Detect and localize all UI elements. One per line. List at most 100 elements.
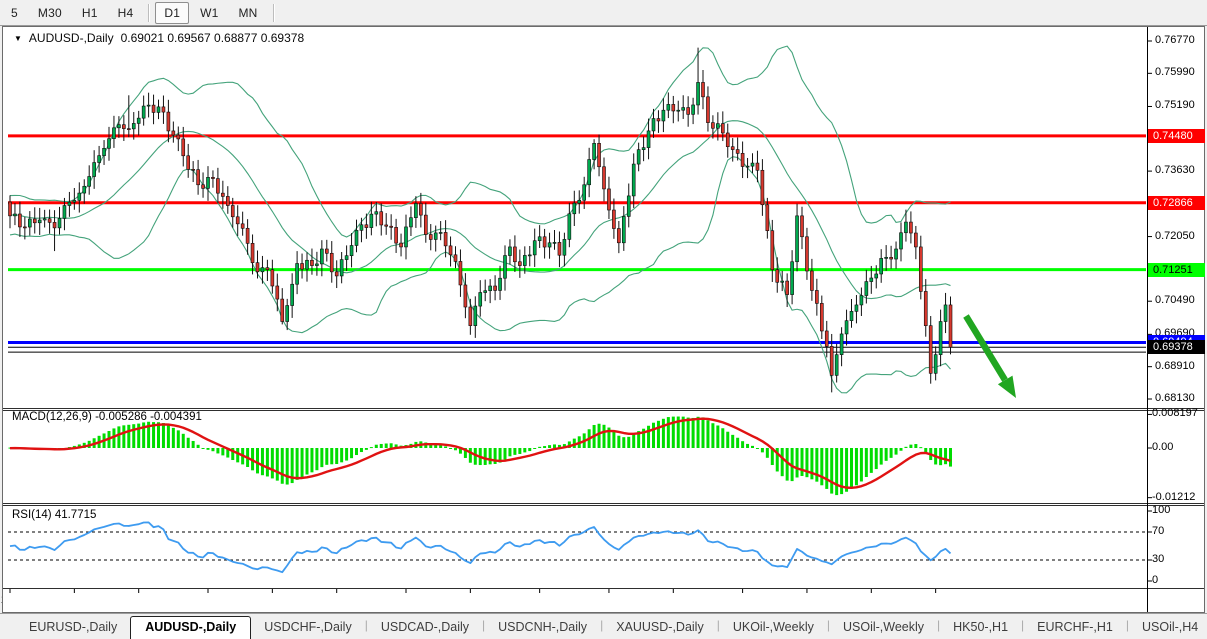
candle-bear xyxy=(48,219,51,223)
macd-histogram-bar xyxy=(127,425,130,448)
macd-histogram-bar xyxy=(261,448,264,475)
chart-tab-audusd-daily[interactable]: AUDUSD-,Daily xyxy=(130,616,251,639)
chart-ohlc-values: 0.69021 0.69567 0.68877 0.69378 xyxy=(121,31,305,45)
macd-histogram-bar xyxy=(281,448,284,484)
candle-bull xyxy=(880,258,883,274)
chart-tab-usdchf-daily[interactable]: USDCHF-,Daily xyxy=(251,617,365,638)
candle-bear xyxy=(276,286,279,299)
chart-tab-usoil-weekly[interactable]: USOil-,Weekly xyxy=(830,617,937,638)
timeframe-button-d1[interactable]: D1 xyxy=(155,2,189,24)
candle-bear xyxy=(598,143,601,166)
candle-bear xyxy=(929,326,932,374)
chart-tab-hk50-h1[interactable]: HK50-,H1 xyxy=(940,617,1021,638)
candle-bull xyxy=(474,306,477,326)
macd-histogram-bar xyxy=(266,448,269,476)
macd-histogram-bar xyxy=(310,448,313,472)
macd-histogram-bar xyxy=(167,425,170,448)
candle-bear xyxy=(419,203,422,215)
candle-bear xyxy=(330,253,333,272)
candle-bull xyxy=(652,119,655,131)
candle-bull xyxy=(137,118,140,123)
macd-histogram-bar xyxy=(548,445,551,448)
rsi-axis-label: 70 xyxy=(1152,525,1164,537)
macd-histogram-bar xyxy=(815,448,818,482)
macd-histogram-bar xyxy=(380,444,383,448)
candle-bull xyxy=(791,262,794,295)
candle-bear xyxy=(449,246,452,255)
candle-bear xyxy=(266,268,269,270)
toolbar-separator xyxy=(148,4,149,22)
candle-bull xyxy=(716,124,719,129)
macd-histogram-bar xyxy=(825,448,828,489)
price-axis-label: 0.75190 xyxy=(1155,99,1195,111)
candle-bull xyxy=(667,104,670,110)
timeframe-button-h4[interactable]: H4 xyxy=(109,2,143,24)
chart-canvas[interactable] xyxy=(0,0,1207,638)
price-badge-0.72866: 0.72866 xyxy=(1148,196,1205,210)
macd-histogram-bar xyxy=(781,448,784,476)
macd-histogram-bar xyxy=(345,448,348,461)
candle-bull xyxy=(593,143,596,159)
chart-tab-ukoil-weekly[interactable]: UKOil-,Weekly xyxy=(720,617,827,638)
candle-bull xyxy=(132,123,135,128)
candle-bull xyxy=(855,305,858,311)
timeframe-button-m30[interactable]: M30 xyxy=(29,2,71,24)
price-badge-0.74480: 0.74480 xyxy=(1148,129,1205,143)
candle-bear xyxy=(385,225,388,226)
chart-tab-usdcnh-daily[interactable]: USDCNH-,Daily xyxy=(485,617,600,638)
macd-histogram-bar xyxy=(746,444,749,448)
macd-histogram-bar xyxy=(202,448,205,449)
candle-bear xyxy=(558,242,561,255)
macd-histogram-bar xyxy=(830,448,833,494)
candle-bull xyxy=(796,216,799,262)
candle-bear xyxy=(726,133,729,147)
macd-histogram-bar xyxy=(885,448,888,461)
candle-bull xyxy=(682,108,685,111)
timeframe-button-mn[interactable]: MN xyxy=(229,2,266,24)
macd-histogram-bar xyxy=(766,448,769,458)
chart-tab-eurchf-h1[interactable]: EURCHF-,H1 xyxy=(1024,617,1126,638)
macd-histogram-bar xyxy=(370,447,373,448)
candle-bear xyxy=(162,107,165,112)
candle-bear xyxy=(469,307,472,326)
timeframe-button-w1[interactable]: W1 xyxy=(191,2,227,24)
macd-histogram-bar xyxy=(845,448,848,492)
candle-bull xyxy=(840,334,843,355)
candle-bear xyxy=(325,249,328,253)
macd-histogram-bar xyxy=(301,448,304,477)
chart-tab-usdcad-daily[interactable]: USDCAD-,Daily xyxy=(368,617,482,638)
chart-window-frame xyxy=(3,27,1205,613)
macd-histogram-bar xyxy=(687,418,690,448)
candle-bear xyxy=(924,291,927,325)
candle-bull xyxy=(662,110,665,121)
candle-bull xyxy=(573,203,576,214)
macd-histogram-bar xyxy=(335,448,338,464)
candle-bull xyxy=(147,105,150,106)
timeframe-button-5[interactable]: 5 xyxy=(2,2,27,24)
macd-histogram-bar xyxy=(306,448,309,475)
candle-bull xyxy=(751,163,754,166)
candle-bear xyxy=(192,169,195,170)
candle-bear xyxy=(914,233,917,247)
candle-bear xyxy=(702,82,705,96)
candle-bull xyxy=(355,230,358,245)
macd-histogram-bar xyxy=(449,448,452,449)
macd-histogram-bar xyxy=(692,418,695,448)
chart-tab-xauusd-daily[interactable]: XAUUSD-,Daily xyxy=(603,617,717,638)
macd-histogram-bar xyxy=(835,448,838,495)
timeframe-button-h1[interactable]: H1 xyxy=(73,2,107,24)
candle-bear xyxy=(202,185,205,189)
chart-tab-usoil-h4[interactable]: USOil-,H4 xyxy=(1129,617,1207,638)
macd-histogram-bar xyxy=(484,448,487,465)
macd-histogram-bar xyxy=(820,448,823,485)
chart-symbol-label: AUDUSD-,Daily xyxy=(29,31,114,45)
macd-histogram-bar xyxy=(741,441,744,448)
candle-bear xyxy=(776,270,779,283)
macd-histogram-bar xyxy=(375,445,378,448)
macd-axis-label: 0.00 xyxy=(1152,441,1173,453)
candle-bull xyxy=(73,200,76,202)
candle-bear xyxy=(211,177,214,178)
symbol-dropdown-icon[interactable]: ▼ xyxy=(14,34,22,43)
chart-tab-eurusd-daily[interactable]: EURUSD-,Daily xyxy=(16,617,130,638)
candle-bear xyxy=(771,231,774,270)
